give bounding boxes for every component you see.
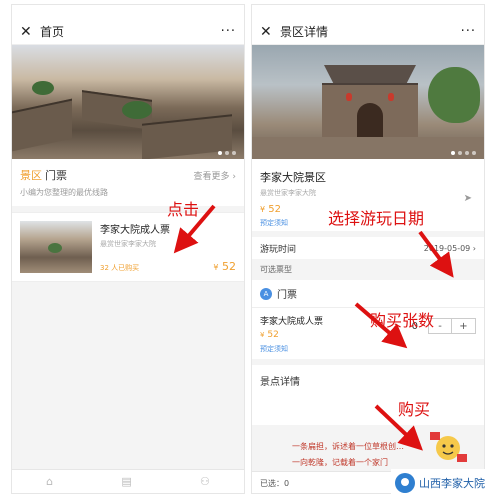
tree-shape (428, 67, 480, 123)
share-icon[interactable]: ➤ (464, 193, 472, 204)
banner-image[interactable] (12, 45, 244, 159)
logo-text: 山西李家大院 (419, 477, 485, 490)
tab-bar: ⌂ ▤ ⚇ (12, 469, 244, 493)
roof-shape (12, 98, 72, 152)
more-icon[interactable]: ··· (461, 24, 476, 39)
ticket-group: A 门票 (252, 280, 484, 307)
ticket-desc: 悬赏世家李家大院 (100, 240, 156, 248)
status-bar (12, 5, 244, 19)
detail-screen: ✕ 景区详情 ··· 李家大院景区 悬赏世家李家大院 ¥ 52 预定须知 ➤ 游… (251, 4, 485, 494)
scenic-text-line: 一向乾隆，记载着一个家门 (292, 458, 388, 467)
carousel-dots (218, 151, 236, 155)
scenic-desc: 悬赏世家李家大院 (260, 189, 316, 197)
ticket-price: ¥ 52 (213, 260, 236, 273)
nav-bar: ✕ 景区详情 ··· (252, 19, 484, 45)
watermark-logo: 山西李家大院 (391, 469, 497, 497)
annotation-click: 点击 (167, 200, 200, 219)
scenic-text-line: 一条扁担，诉述着一位草根创… (292, 442, 404, 451)
cartoon-sticker (430, 432, 467, 462)
status-bar (252, 5, 484, 19)
section-title: 门票 (45, 169, 67, 182)
close-icon[interactable]: ✕ (260, 24, 272, 40)
annotation-choose-date: 选择游玩日期 (328, 209, 425, 228)
page-title: 首页 (40, 25, 65, 39)
tree-shape (32, 81, 54, 95)
visit-date-row[interactable]: 游玩时间 2019-05-09 › (252, 237, 484, 259)
ticket-group-title: 门票 (277, 290, 297, 301)
home-icon[interactable]: ⌂ (46, 475, 53, 488)
sold-count: 32 人已购买 (100, 264, 140, 272)
ticket-group-icon: A (260, 287, 272, 300)
price-value: 52 (268, 204, 282, 215)
user-icon[interactable]: ⚇ (200, 475, 210, 488)
gate-roof (324, 65, 416, 83)
close-icon[interactable]: ✕ (20, 24, 32, 40)
ticket-card-info: 李家大院成人票 悬赏世家李家大院 32 人已购买 ¥ 52 (100, 221, 236, 273)
nav-bar: ✕ 首页 ··· (12, 19, 244, 45)
booking-notice-link[interactable]: 预定须知 (260, 344, 476, 354)
scenic-banner-image[interactable] (252, 45, 484, 159)
price-symbol: ¥ (260, 331, 265, 339)
lantern (388, 93, 394, 101)
home-screen: ✕ 首页 ··· 景区 门票 查看更多 › 小编为您整理的最优线路 李家大院成人… (11, 4, 245, 494)
scenic-detail-section: 景点详情 (252, 365, 484, 425)
price-symbol: ¥ (213, 263, 219, 272)
scenic-name: 李家大院景区 (260, 171, 326, 184)
visit-date-label: 游玩时间 (260, 244, 297, 255)
ticket-section-header: 景区 门票 查看更多 › (12, 159, 244, 185)
selected-count: 已选：0 (260, 479, 290, 488)
more-icon[interactable]: ··· (221, 24, 236, 39)
list-icon[interactable]: ▤ (121, 475, 131, 488)
price-value: 52 (222, 260, 236, 273)
annotation-buy: 购买 (398, 400, 431, 419)
page-title: 景区详情 (280, 25, 329, 39)
tree-shape (48, 243, 62, 253)
ticket-type-label: 可选票型 (260, 265, 292, 274)
annotation-buy-count: 购买张数 (370, 311, 435, 330)
gate-door (357, 103, 383, 137)
scenic-detail-title: 景点详情 (260, 377, 300, 388)
carousel-dots (451, 151, 476, 155)
ground (252, 137, 484, 159)
ticket-card[interactable]: 李家大院成人票 悬赏世家李家大院 32 人已购买 ¥ 52 (12, 212, 244, 282)
ticket-name: 李家大院成人票 (100, 225, 170, 236)
view-more-link[interactable]: 查看更多 › (194, 169, 236, 182)
section-tag: 景区 (20, 169, 42, 182)
visit-date-value[interactable]: 2019-05-09 › (424, 244, 476, 253)
section-subtitle: 小编为您整理的最优线路 (12, 185, 244, 206)
price-symbol: ¥ (260, 205, 266, 214)
increment-button[interactable]: + (452, 318, 476, 334)
lantern (346, 93, 352, 101)
price-value: 52 (267, 330, 279, 340)
ticket-item: 李家大院成人票 ¥ 52 预定须知 0 - + (252, 307, 484, 359)
logo-icon (395, 473, 415, 493)
tree-shape (122, 101, 152, 119)
ticket-thumbnail (20, 221, 92, 273)
